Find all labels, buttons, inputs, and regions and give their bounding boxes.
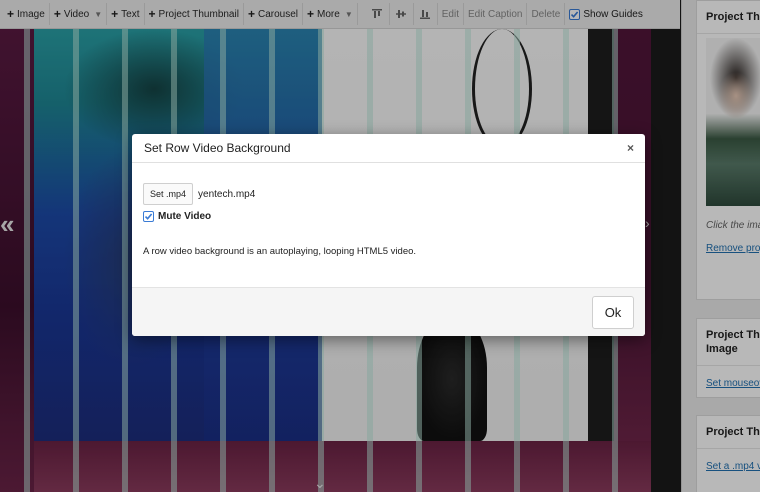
help-text: A row video background is an autoplaying… (143, 246, 417, 257)
video-file-name: yentech.mp4 (198, 188, 256, 200)
modal-footer: Ok (132, 287, 645, 336)
mute-video-checkbox[interactable] (143, 211, 154, 222)
mute-video-label: Mute Video (158, 211, 212, 222)
close-icon[interactable]: × (627, 141, 634, 155)
video-background-modal: Set Row Video Background × Set .mp4 yent… (132, 134, 645, 336)
set-mp4-button[interactable]: Set .mp4 (143, 183, 194, 205)
modal-title: Set Row Video Background (144, 141, 291, 155)
ok-button[interactable]: Ok (592, 295, 634, 329)
modal-body: Set .mp4 yentech.mp4 Mute Video A row vi… (132, 163, 645, 287)
mute-video-toggle[interactable]: Mute Video (143, 211, 634, 222)
video-file-row: Set .mp4 yentech.mp4 (143, 183, 634, 205)
modal-header: Set Row Video Background × (132, 134, 645, 163)
checkmark-icon (144, 213, 153, 220)
